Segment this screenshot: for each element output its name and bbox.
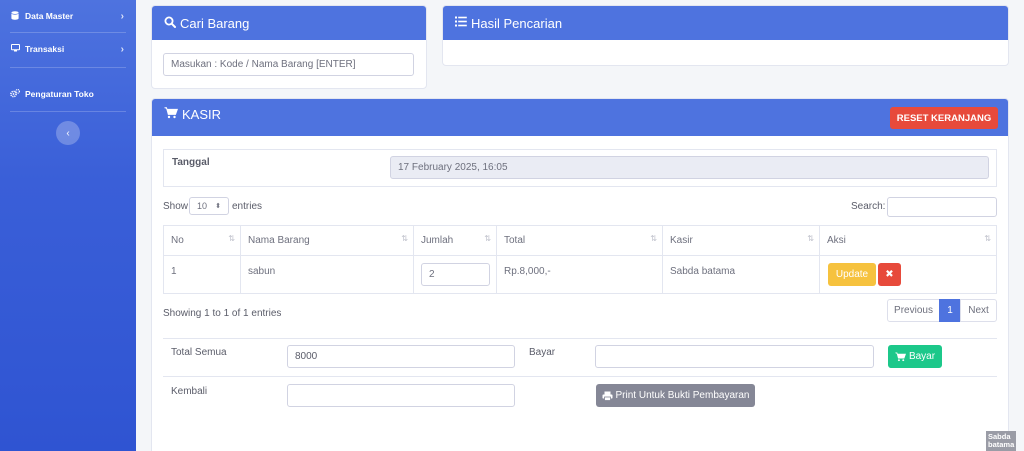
update-button[interactable]: Update: [828, 263, 876, 286]
sort-icon: ⇅: [807, 234, 814, 243]
sort-arrows-icon: ⬍: [215, 203, 221, 210]
table-search-input[interactable]: [887, 197, 997, 217]
search-card-title: Cari Barang: [180, 15, 250, 31]
kasir-card-header: KASIR: [152, 99, 1008, 136]
column-header-kasir[interactable]: Kasir ⇅: [662, 225, 820, 256]
search-input[interactable]: Masukan : Kode / Nama Barang [ENTER]: [163, 53, 414, 76]
sidebar-divider: [10, 111, 126, 112]
sidebar-item-data-master[interactable]: Data Master ›: [0, 6, 136, 26]
sort-icon: ⇅: [228, 234, 235, 243]
column-header-label: Aksi: [827, 235, 846, 246]
bayar-button-label: Bayar: [908, 351, 936, 362]
sidebar-item-label: Pengaturan Toko: [25, 89, 94, 99]
sort-icon: ⇅: [650, 234, 657, 243]
bayar-label: Bayar: [529, 347, 556, 358]
tanggal-field: 17 February 2025, 16:05: [390, 156, 989, 179]
sidebar-item-label: Data Master: [25, 11, 74, 21]
shopping-cart-icon: [164, 107, 179, 122]
column-header-no[interactable]: No ⇅: [163, 225, 241, 256]
delete-button[interactable]: ✖: [878, 263, 901, 286]
sidebar-divider: [10, 67, 126, 68]
search-card-header: Cari Barang: [152, 6, 426, 40]
entries-select[interactable]: 10 ⬍: [189, 197, 229, 215]
cogs-icon: [10, 88, 21, 100]
sidebar-item-transaksi[interactable]: Transaksi ›: [0, 39, 136, 59]
column-header-label: Kasir: [670, 235, 693, 246]
quantity-input[interactable]: 2: [421, 263, 490, 286]
tanggal-label: Tanggal: [172, 157, 210, 168]
cell-no: 1: [163, 255, 241, 294]
shopping-cart-icon: [895, 352, 906, 362]
column-header-label: Nama Barang: [248, 235, 310, 246]
tanggal-value: 17 February 2025, 16:05: [398, 162, 508, 173]
print-icon: [602, 391, 613, 401]
search-icon: [164, 16, 176, 31]
watermark-text: Sabda batama: [988, 432, 1015, 449]
bayar-button[interactable]: Bayar: [888, 345, 942, 368]
column-header-nama-barang[interactable]: Nama Barang ⇅: [240, 225, 414, 256]
sidebar-item-pengaturan-toko[interactable]: Pengaturan Toko: [0, 84, 136, 104]
database-icon: [10, 10, 20, 22]
kasir-card-title: KASIR: [182, 107, 222, 122]
search-input-placeholder: Masukan : Kode / Nama Barang [ENTER]: [171, 59, 356, 70]
pagination-page-1[interactable]: 1: [939, 299, 961, 322]
show-label: Show: [163, 201, 189, 212]
close-icon: ✖: [885, 269, 894, 280]
kembali-label: Kembali: [171, 386, 208, 397]
print-button-label: Print Untuk Bukti Pembayaran: [615, 390, 750, 401]
watermark-badge: Sabda batama: [986, 431, 1016, 451]
column-header-aksi[interactable]: Aksi ⇅: [819, 225, 997, 256]
reset-keranjang-button[interactable]: RESET KERANJANG: [890, 107, 998, 129]
chevron-right-icon: ›: [120, 10, 124, 22]
divider: [163, 376, 997, 377]
chevron-left-icon: ‹: [66, 127, 70, 139]
search-card: Cari Barang Masukan : Kode / Nama Barang…: [151, 5, 427, 89]
bayar-input[interactable]: [595, 345, 874, 368]
column-header-label: No: [171, 235, 184, 246]
column-header-label: Jumlah: [421, 235, 454, 246]
total-semua-value: 8000: [295, 351, 318, 362]
quantity-value: 2: [429, 269, 435, 280]
column-header-jumlah[interactable]: Jumlah ⇅: [413, 225, 497, 256]
column-header-label: Total: [504, 235, 526, 246]
sidebar: Data Master › Transaksi › Pengaturan Tok…: [0, 0, 136, 451]
cell-total: Rp.8,000,-: [496, 255, 663, 294]
sidebar-toggle-button[interactable]: ‹: [56, 121, 80, 145]
entries-select-value: 10: [197, 201, 208, 211]
chevron-right-icon: ›: [120, 43, 124, 55]
total-semua-label: Total Semua: [171, 347, 227, 358]
showing-entries-text: Showing 1 to 1 of 1 entries: [163, 308, 282, 319]
cell-nama-barang: sabun: [240, 255, 414, 294]
result-card-title: Hasil Pencarian: [471, 15, 563, 31]
print-button[interactable]: Print Untuk Bukti Pembayaran: [596, 384, 755, 407]
result-card: Hasil Pencarian: [442, 5, 1009, 66]
sort-icon: ⇅: [484, 234, 491, 243]
desktop-icon: [10, 44, 20, 54]
sidebar-divider: [10, 32, 126, 33]
pagination-next[interactable]: Next: [960, 299, 997, 322]
result-card-header: Hasil Pencarian: [443, 6, 1008, 40]
list-icon: [455, 16, 467, 30]
search-label: Search:: [851, 201, 886, 212]
kembali-field[interactable]: [287, 384, 515, 407]
sidebar-item-label: Transaksi: [25, 44, 65, 54]
sort-icon: ⇅: [401, 234, 408, 243]
divider: [163, 338, 997, 339]
column-header-total[interactable]: Total ⇅: [496, 225, 663, 256]
entries-label: entries: [232, 201, 263, 212]
sort-icon: ⇅: [984, 234, 991, 243]
total-semua-field: 8000: [287, 345, 515, 368]
cell-kasir: Sabda batama: [662, 255, 820, 294]
pagination-previous[interactable]: Previous: [887, 299, 940, 322]
